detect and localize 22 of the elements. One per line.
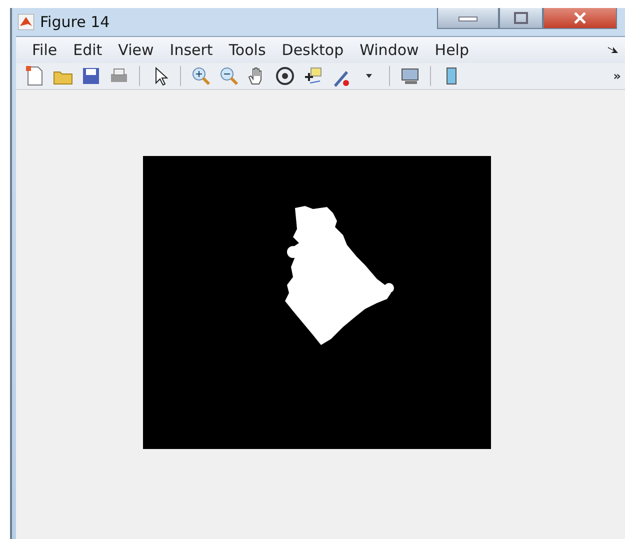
menu-item[interactable]: View [110,41,162,59]
menu-item[interactable]: Desktop [274,41,352,59]
close-icon [574,12,586,24]
menu-item[interactable]: Edit [65,41,110,59]
tool-button[interactable] [190,65,212,87]
zoom-in-icon [190,65,212,87]
toolbar-overflow[interactable]: » [613,69,621,83]
menu-item[interactable]: Help [426,41,477,59]
window-title: Figure 14 [40,13,110,31]
menu-item[interactable]: Tools [220,41,274,59]
zoom-out-icon [218,65,240,87]
menu-item[interactable]: Insert [162,41,221,59]
menu-item[interactable]: File [24,41,66,59]
minimize-icon [458,14,478,22]
close-button[interactable] [543,8,617,29]
dock-arrow-icon[interactable] [607,45,619,55]
menu-item[interactable]: Window [352,41,427,59]
minimize-button[interactable] [437,8,499,29]
maximize-button[interactable] [499,8,543,29]
caret-icon [366,74,372,78]
maximize-icon [514,12,528,24]
save-icon [80,65,102,87]
